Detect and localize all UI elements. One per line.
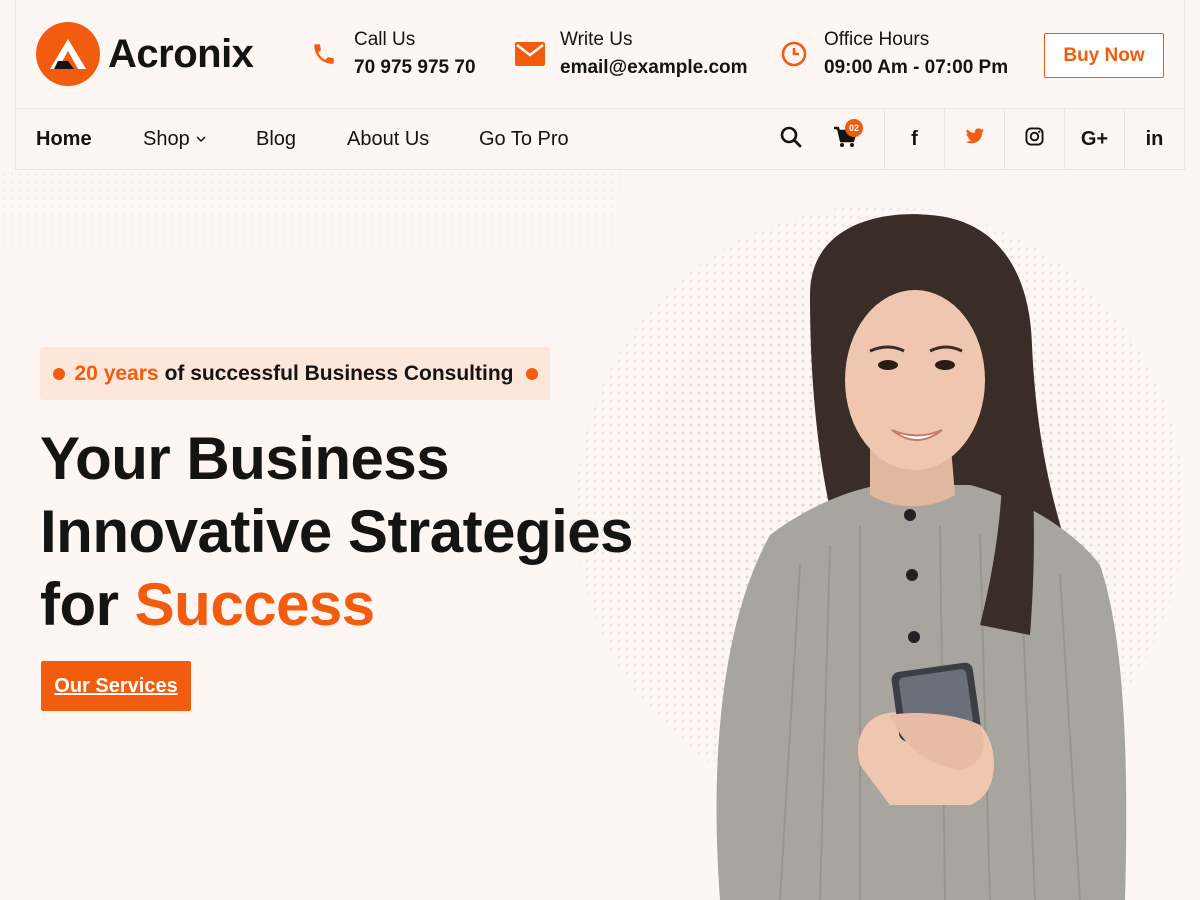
envelope-icon <box>514 38 546 70</box>
contact-call-value[interactable]: 70 975 975 70 <box>354 54 476 82</box>
google-plus-icon: G+ <box>1080 127 1109 150</box>
search-icon <box>780 126 802 153</box>
buy-now-button[interactable]: Buy Now <box>1044 33 1164 78</box>
nav-item-about-us[interactable]: About Us <box>347 109 429 169</box>
contact-call: Call Us 70 975 975 70 <box>308 26 476 82</box>
badge-dot-icon <box>525 367 538 380</box>
facebook-link[interactable]: f <box>884 109 944 169</box>
nav-item-label: Go To Pro <box>479 127 569 150</box>
main-navigation: Home Shop Blog About Us Go To Pro 02 f G… <box>16 109 1184 169</box>
contact-write-value[interactable]: email@example.com <box>560 54 748 82</box>
our-services-button[interactable]: Our Services <box>41 661 191 711</box>
nav-utilities: 02 f G+ in <box>764 109 1184 169</box>
badge-text: of successful Business Consulting <box>164 361 514 385</box>
logo[interactable]: Acronix <box>36 22 306 86</box>
contact-hours-label: Office Hours <box>824 29 930 50</box>
linkedin-icon: in <box>1145 127 1164 150</box>
nav-item-label: About Us <box>347 127 430 150</box>
contact-write: Write Us email@example.com <box>514 26 748 82</box>
linkedin-link[interactable]: in <box>1124 109 1184 169</box>
google-plus-link[interactable]: G+ <box>1064 109 1124 169</box>
nav-item-label: Blog <box>256 127 297 150</box>
search-button[interactable] <box>764 109 818 169</box>
facebook-icon: f <box>911 127 918 150</box>
hero-title-line2: Innovative Strategies <box>40 498 634 565</box>
cart-button[interactable]: 02 <box>818 109 872 169</box>
cart-count-badge: 02 <box>845 119 863 137</box>
contact-hours: Office Hours 09:00 Am - 07:00 Pm <box>778 26 1008 82</box>
logo-text: Acronix <box>108 31 254 76</box>
site-header: Acronix Call Us 70 975 975 70 Write Us e… <box>15 0 1185 170</box>
logo-mark-icon <box>36 22 100 86</box>
nav-item-shop[interactable]: Shop <box>143 109 206 169</box>
page: Acronix Call Us 70 975 975 70 Write Us e… <box>0 0 1200 900</box>
clock-icon <box>778 38 810 70</box>
instagram-link[interactable] <box>1004 109 1064 169</box>
header-top-bar: Acronix Call Us 70 975 975 70 Write Us e… <box>16 0 1184 109</box>
nav-item-label: Home <box>36 127 92 150</box>
twitter-link[interactable] <box>944 109 1004 169</box>
contact-hours-value: 09:00 Am - 07:00 Pm <box>824 57 1009 78</box>
badge-highlight: 20 years <box>74 361 159 385</box>
experience-badge: 20 years of successful Business Consulti… <box>40 347 550 400</box>
twitter-icon <box>965 127 985 151</box>
contact-call-label: Call Us <box>354 29 416 50</box>
nav-item-label: Shop <box>143 127 190 150</box>
hero-title-accent: Success <box>134 571 376 638</box>
instagram-icon <box>1025 126 1044 152</box>
nav-item-home[interactable]: Home <box>36 109 92 169</box>
hero-person-image <box>716 214 1127 900</box>
chevron-down-icon <box>196 132 206 146</box>
contact-write-label: Write Us <box>560 29 633 50</box>
hero-title-line1: Your Business <box>40 425 450 492</box>
badge-dot-icon <box>52 367 65 380</box>
nav-item-go-to-pro[interactable]: Go To Pro <box>479 109 569 169</box>
nav-item-blog[interactable]: Blog <box>256 109 296 169</box>
phone-icon <box>308 38 340 70</box>
hero-title: Your Business Innovative Strategies for … <box>40 422 680 641</box>
hero-title-line3-prefix: for <box>40 571 119 638</box>
dot-pattern-top <box>0 170 620 310</box>
